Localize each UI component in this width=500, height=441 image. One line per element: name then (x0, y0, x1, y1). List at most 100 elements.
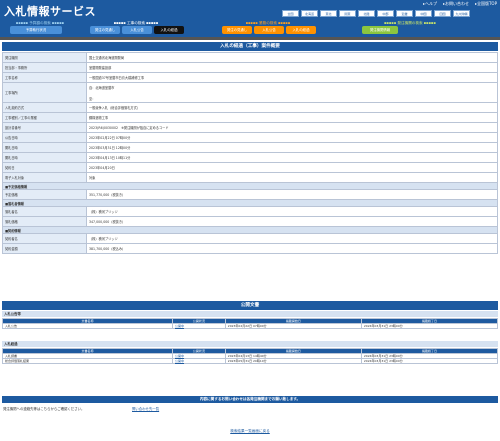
region-tab-3[interactable]: 関東 (339, 10, 356, 17)
doc-cell: 入札公告 (2, 323, 173, 329)
doc-row: 総合評価落札結果 公開中 2023年05月31日 20時10分 2024年03月31日… (2, 358, 499, 364)
row-key: 電子入札対象 (2, 172, 87, 183)
row-key: 契約金額 (2, 243, 87, 254)
doc-public-link[interactable]: 公開中 (175, 359, 184, 363)
docs-table-notice: 文書名称 公開状況 掲載開始日 掲載終了日 入札公告 公開中 2023年02月22日 07時… (2, 318, 499, 329)
summary-row: 入札契約方式 一般競争入札（総合評価落札方式） (2, 102, 498, 113)
doc-cell: 総合評価落札結果 (2, 358, 173, 364)
nav-button-1[interactable]: 発注の見通し (90, 26, 120, 34)
contact-banner: 内容に関するお問い合わせは各発注機関までお願い致します。 (2, 396, 498, 403)
row-key: 予定価格 (2, 189, 87, 200)
top-link-2[interactable]: ▸全国版TOP (475, 1, 497, 7)
nav-button-3[interactable]: 入札の経過 (154, 26, 184, 34)
region-tab-6[interactable]: 近畿 (396, 10, 413, 17)
nav-button-0[interactable]: 予算執行状況 (10, 26, 62, 34)
contact-row: 発注機関への連絡先等はこちらからご確認ください。 問い合わせ先一覧 (2, 405, 498, 413)
doc-cell: 2023年05月31日 20時10分 (224, 358, 362, 364)
search-nav: ▪▪▪▪▪ 予算額の検索 ▪▪▪▪▪ ▪▪▪▪▪ 工事の検索 ▪▪▪▪▪ ▪▪▪▪▪… (0, 19, 500, 37)
row-value-text: 351,770,000（税抜き） (89, 193, 126, 197)
row-key: 開札日時 (2, 152, 87, 163)
region-tab-1[interactable]: 北海道 (301, 10, 318, 17)
summary-row: 工事名称 一般国道37号室蘭市白鳥大橋補修工事 (2, 72, 498, 83)
row-value: 室蘭開発建設部 (86, 62, 498, 73)
top-links: ▸ヘルプ ▸お問い合わせ ▸全国版TOP (423, 1, 497, 7)
nav-button-6[interactable]: 入札の経過 (286, 26, 316, 34)
nav-button-4[interactable]: 発注の見通し (222, 26, 252, 34)
row-key: 工事種別／工事の業種 (2, 112, 87, 123)
back-link-wrap: 検索結果一覧画面に戻る (0, 429, 500, 434)
row-value-text: 至： (89, 96, 96, 101)
row-value-text: 2023年02月22日 07時00分 (89, 136, 131, 140)
region-tab-0[interactable]: 全国 (282, 10, 299, 17)
row-value-text: 2023年03月31日 12時00分 (89, 146, 131, 150)
doc-public-link[interactable]: 公開中 (175, 354, 184, 358)
summary-row: 工事場所 自：北海道室蘭市 至： (2, 82, 498, 103)
nav-button-7[interactable]: 発注機関情報 (362, 26, 398, 34)
doc-cell: 2024年03月31日 23時00分 (360, 323, 499, 329)
row-key: 工事名称 (2, 72, 87, 83)
subhead-label: ■契約情報 (2, 226, 498, 234)
region-tab-5[interactable]: 中部 (377, 10, 394, 17)
row-value: （株）横河ブリッジ (86, 206, 498, 217)
row-value: 347,000,000（税抜き） (86, 216, 498, 227)
doc-cell: 公開中 (172, 358, 226, 364)
region-tab-7[interactable]: 中国 (415, 10, 432, 17)
back-to-results-link[interactable]: 検索結果一覧画面に戻る (230, 429, 270, 433)
nav-head-0: ▪▪▪▪▪ 予算額の検索 ▪▪▪▪▪ (15, 21, 65, 25)
docs-table-progress: 文書名称 公開状況 掲載開始日 掲載終了日 入札調書 公開中 2023年04月13日 14時… (2, 348, 499, 364)
row-value-text: 381,700,000（税込み） (89, 247, 126, 251)
summary-row: 開札日時 2023年03月31日 12時00分 (2, 142, 498, 153)
top-link-1[interactable]: ▸お問い合わせ (443, 1, 469, 7)
summary-row: 工事種別／工事の業種 鋼構造物工事 (2, 112, 498, 123)
region-tab-8[interactable]: 四国 (434, 10, 451, 17)
summary-row: 契約者名 （株）横河ブリッジ (2, 233, 498, 244)
row-key: 工事場所 (2, 82, 87, 103)
row-value-text: 2023年04月20日 (89, 166, 115, 170)
row-key: 開札日時 (2, 142, 87, 153)
row-value: 2023年04月13日 10時11分 (86, 152, 498, 163)
contact-text: 発注機関への連絡先等はこちらからご確認ください。 (3, 407, 85, 411)
docs-group-notice: 入札公告等 (2, 311, 498, 317)
row-key: 契約日 (2, 162, 87, 173)
top-link-0[interactable]: ▸ヘルプ (423, 1, 437, 7)
row-key: 落札価格 (2, 216, 87, 227)
row-note: ※発注機関が独自に定めるコード (118, 126, 169, 130)
sub-divider (0, 37, 500, 40)
region-tab-9[interactable]: 九州沖縄 (453, 10, 470, 17)
row-value-text: 一般競争入札（総合評価落札方式） (89, 106, 140, 110)
summary-row: 発注機関 国土交通省北海道開発局 (2, 52, 498, 63)
summary-row: 落札価格 347,000,000（税抜き） (2, 216, 498, 227)
row-key: 公告日時 (2, 132, 87, 143)
doc-cell: 2023年02月22日 07時00分 (224, 323, 362, 329)
row-key: 落札者名 (2, 206, 87, 217)
row-value-text: 2023年04月13日 10時11分 (89, 156, 131, 160)
doc-cell: 2024年03月31日 23時00分 (360, 358, 499, 364)
row-value: 381,700,000（税込み） (86, 243, 498, 254)
row-value-text: 2023(R6)0030002 (89, 126, 119, 130)
docs-group-progress: 入札経過 (2, 341, 498, 347)
nav-button-5[interactable]: 入札公告 (254, 26, 284, 34)
summary-row: 契約日 2023年04月20日 (2, 162, 498, 173)
region-tab-2[interactable]: 東北 (320, 10, 337, 17)
summary-row: 電子入札対象 対象 (2, 172, 498, 183)
region-tabs: 全国 北海道 東北 関東 北陸 中部 近畿 中国 四国 九州沖縄 (282, 10, 470, 17)
nav-button-2[interactable]: 入札公告 (122, 26, 152, 34)
row-key: 担当部・事務所 (2, 62, 87, 73)
row-value-text: （株）横河ブリッジ (89, 210, 118, 214)
row-value-text: 対象 (89, 176, 96, 180)
summary-row: 開札日時 2023年04月13日 10時11分 (2, 152, 498, 163)
row-value: 対象 (86, 172, 498, 183)
contact-list-link[interactable]: 問い合わせ先一覧 (132, 405, 159, 413)
summary-table: 発注機関 国土交通省北海道開発局 担当部・事務所 室蘭開発建設部 工事名称 一般国道37号… (2, 52, 498, 254)
subhead-label: ■予定価格情報 (2, 182, 498, 190)
row-value: 2023(R6)0030002 ※発注機関が独自に定めるコード (86, 122, 498, 133)
row-value-text: 自：北海道室蘭市 (89, 85, 115, 90)
row-value-text: 一般国道37号室蘭市白鳥大橋補修工事 (89, 76, 145, 80)
doc-cell: 公開中 (172, 323, 226, 329)
row-value: 2023年04月20日 (86, 162, 498, 173)
doc-public-link[interactable]: 公開中 (175, 324, 184, 328)
region-tab-4[interactable]: 北陸 (358, 10, 375, 17)
nav-head-1: ▪▪▪▪▪ 工事の検索 ▪▪▪▪▪ (113, 21, 159, 25)
header-bar: 入札情報サービス ▸ヘルプ ▸お問い合わせ ▸全国版TOP 全国 北海道 東北 関東 北陸中… (0, 0, 500, 19)
row-key: 入札契約方式 (2, 102, 87, 113)
